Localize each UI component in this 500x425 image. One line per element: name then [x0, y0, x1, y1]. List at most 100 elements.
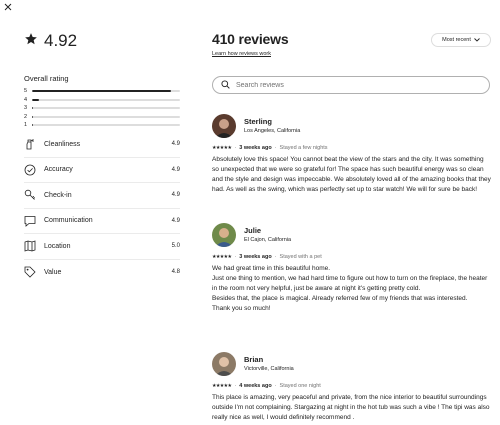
category-score: 4.9 [171, 141, 180, 148]
rating-bar-row: 2 [24, 113, 180, 122]
rating-bar-star-count: 5 [24, 88, 28, 95]
reviewer-name: Brian [244, 355, 264, 364]
overall-rating-label: Overall rating [24, 74, 69, 83]
search-icon [221, 76, 230, 94]
reviewer-name: Julie [244, 226, 262, 235]
rating-bar-track [32, 90, 180, 93]
rating-bar-track [32, 107, 180, 110]
avatar[interactable] [212, 223, 236, 247]
close-button[interactable] [4, 3, 16, 15]
review-stars: ★★★★★ [212, 145, 232, 151]
close-icon [4, 3, 16, 11]
review-paragraph: We had great time in this beautiful home… [212, 265, 331, 272]
review-paragraph: Absolutely love this space! You cannot b… [212, 156, 491, 193]
rating-bar-row: 3 [24, 104, 180, 113]
rating-bar-track [32, 124, 180, 127]
category-label: Location [44, 242, 71, 250]
review-meta: ★★★★★ · 3 weeks ago · Stayed with a pet [212, 253, 492, 261]
review-text: We had great time in this beautiful home… [212, 264, 492, 314]
review-text: Absolutely love this space! You cannot b… [212, 155, 492, 195]
category-score: 4.9 [171, 192, 180, 199]
rating-bar-row: 4 [24, 96, 180, 105]
tag-icon [24, 266, 36, 278]
sort-label: Most recent [442, 37, 471, 43]
search-reviews-field[interactable] [212, 76, 490, 94]
check-circle-icon [24, 164, 36, 176]
category-label: Value [44, 268, 62, 276]
rating-bar-star-count: 3 [24, 105, 28, 112]
rating-bar-fill [32, 98, 40, 101]
category-check-in: Check-in 4.9 [24, 183, 180, 209]
meta-separator: · [274, 145, 277, 151]
review-meta: ★★★★★ · 4 weeks ago · Stayed one night [212, 382, 492, 390]
review-header: Brian Victorville, California [212, 351, 492, 377]
message-icon [24, 215, 36, 227]
learn-how-reviews-work-link[interactable]: Learn how reviews work [212, 51, 271, 57]
meta-separator: · [234, 383, 237, 389]
reviews-count-title: 410 reviews [212, 31, 289, 47]
rating-bar-fill [32, 124, 33, 127]
review-stay-type: Stayed one night [279, 383, 321, 389]
rating-bar-fill [32, 115, 33, 118]
category-label: Communication [44, 217, 93, 225]
category-location: Location 5.0 [24, 234, 180, 260]
average-rating: 4.92 [24, 30, 184, 52]
review-paragraph: Thank you so much! [212, 305, 271, 312]
rating-summary: 4.92 [24, 30, 184, 52]
review-stars: ★★★★★ [212, 383, 232, 389]
review-item: Brian Victorville, California ★★★★★ · 4 … [212, 351, 492, 423]
review-date: 4 weeks ago [239, 383, 272, 389]
star-icon [24, 32, 38, 51]
rating-bar-track [32, 98, 180, 101]
review-meta: ★★★★★ · 3 weeks ago · Stayed a few night… [212, 144, 492, 152]
review-header: Sterling Los Angeles, California [212, 113, 492, 139]
review-paragraph: This place is amazing, very peaceful and… [212, 394, 490, 421]
review-date: 3 weeks ago [239, 145, 272, 151]
avatar[interactable] [212, 114, 236, 138]
category-score: 4.8 [171, 269, 180, 276]
review-stars: ★★★★★ [212, 254, 232, 260]
reviewer-location: Los Angeles, California [244, 128, 301, 134]
rating-bar-star-count: 4 [24, 96, 28, 103]
reviewer-name: Sterling [244, 117, 272, 126]
meta-separator: · [234, 145, 237, 151]
rating-bar-fill [32, 107, 34, 110]
review-paragraph: Besides that, the place is magical. Alre… [212, 295, 468, 302]
rating-bar-row: 5 [24, 87, 180, 96]
reviewer-location: Victorville, California [244, 366, 294, 372]
review-text: This place is amazing, very peaceful and… [212, 393, 492, 423]
rating-bar-fill [32, 90, 172, 93]
map-icon [24, 240, 36, 252]
category-accuracy: Accuracy 4.9 [24, 158, 180, 183]
search-reviews-input[interactable] [236, 81, 476, 89]
chevron-down-icon [474, 38, 480, 42]
meta-separator: · [274, 383, 277, 389]
category-cleanliness: Cleanliness 4.9 [24, 132, 180, 158]
spray-bottle-icon [24, 138, 36, 150]
review-paragraph: Just one thing to mention, we had hard t… [212, 275, 488, 292]
category-label: Accuracy [44, 166, 73, 174]
category-score: 5.0 [171, 243, 180, 250]
category-score: 4.9 [171, 217, 180, 224]
review-item: Julie El Cajon, California ★★★★★ · 3 wee… [212, 222, 492, 314]
meta-separator: · [274, 254, 277, 260]
review-stay-type: Stayed a few nights [279, 145, 328, 151]
rating-bar-star-count: 1 [24, 122, 28, 129]
category-value: Value 4.8 [24, 260, 180, 286]
review-date: 3 weeks ago [239, 254, 272, 260]
category-communication: Communication 4.9 [24, 209, 180, 234]
category-label: Check-in [44, 191, 72, 199]
sort-dropdown[interactable]: Most recent [431, 33, 491, 47]
rating-distribution: 5 4 3 2 1 [24, 87, 180, 130]
average-rating-value: 4.92 [44, 31, 78, 50]
review-header: Julie El Cajon, California [212, 222, 492, 248]
category-score: 4.9 [171, 166, 180, 173]
review-item: Sterling Los Angeles, California ★★★★★ ·… [212, 113, 492, 195]
rating-bar-track [32, 115, 180, 118]
meta-separator: · [234, 254, 237, 260]
avatar[interactable] [212, 352, 236, 376]
category-label: Cleanliness [44, 140, 81, 148]
review-stay-type: Stayed with a pet [279, 254, 322, 260]
rating-bar-row: 1 [24, 121, 180, 130]
reviewer-location: El Cajon, California [244, 237, 292, 243]
